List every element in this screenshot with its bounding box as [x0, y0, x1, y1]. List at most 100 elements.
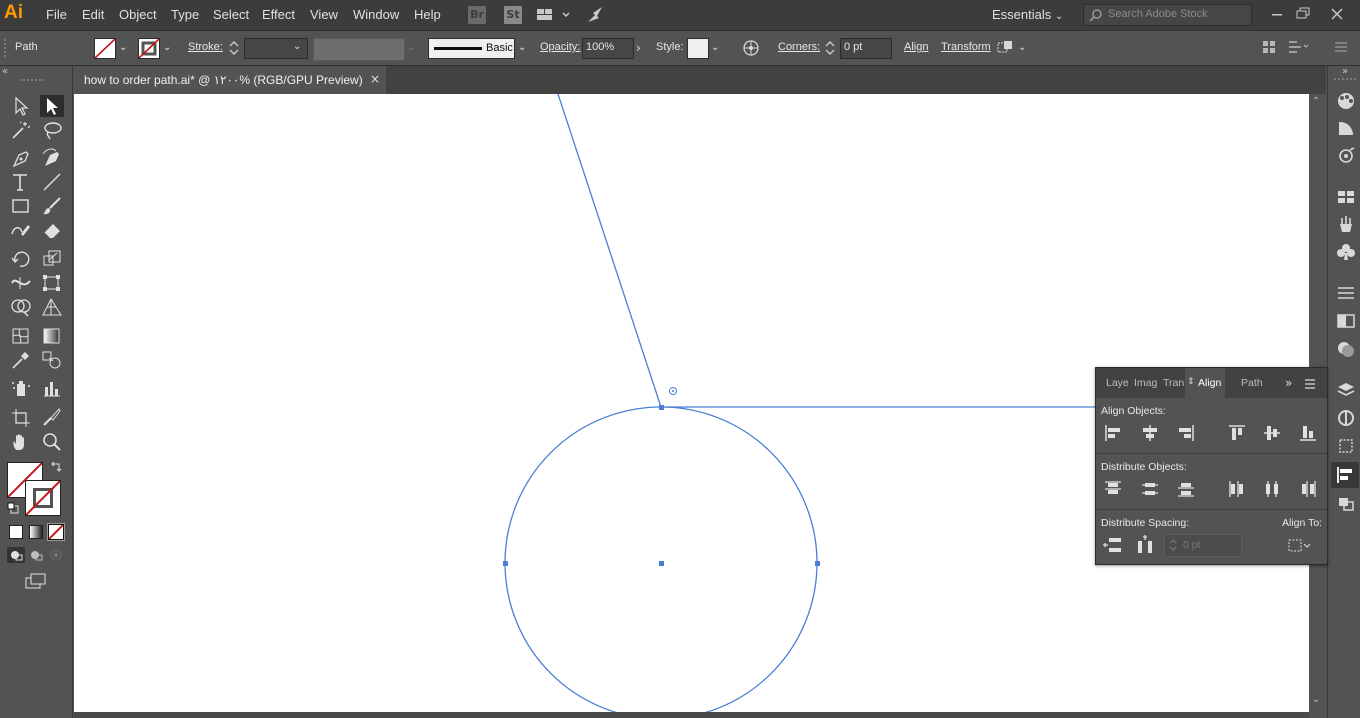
stroke-label[interactable]: Stroke: [188, 41, 223, 53]
fill-swatch[interactable] [94, 38, 116, 59]
eraser-tool-icon[interactable] [41, 220, 63, 240]
gradient-mode-button[interactable] [29, 525, 43, 539]
symbols-panel-icon[interactable] [1336, 243, 1356, 261]
corners-radius-field[interactable]: 0 pt [840, 38, 892, 59]
menu-select[interactable]: Select [213, 7, 249, 22]
bridge-button[interactable]: Br [468, 6, 486, 24]
expand-panels-icon[interactable]: » [1342, 66, 1348, 77]
gpu-performance-icon[interactable] [585, 5, 607, 25]
corners-stepper[interactable] [824, 39, 836, 57]
scroll-up-icon[interactable]: ⌃ [1312, 96, 1320, 107]
layers-panel-icon[interactable] [1336, 381, 1356, 399]
opacity-label[interactable]: Opacity: [540, 41, 580, 53]
spacing-value-field[interactable]: 0 pt [1164, 534, 1242, 557]
brush-definition[interactable]: Basic [428, 38, 515, 59]
panel-more-tabs-icon[interactable]: » [1285, 376, 1292, 390]
variable-width-profile[interactable] [313, 38, 405, 61]
recolor-artwork-icon[interactable] [741, 39, 761, 57]
stroke-weight-stepper[interactable] [228, 39, 240, 57]
perspective-grid-tool-icon[interactable] [41, 297, 63, 317]
shaper-tool-icon[interactable] [10, 220, 32, 240]
brushes-panel-icon[interactable] [1336, 215, 1356, 233]
arrange-documents-icon[interactable] [536, 7, 572, 27]
horizontal-scrollbar[interactable] [74, 712, 1309, 718]
type-tool-icon[interactable] [10, 172, 32, 192]
draw-normal-icon[interactable] [7, 547, 25, 563]
selection-options-icon[interactable] [1262, 40, 1276, 54]
appearance-icon[interactable] [1336, 147, 1356, 165]
rotate-tool-icon[interactable] [10, 249, 32, 269]
stroke-weight-chevron-icon[interactable]: ⌄ [293, 41, 301, 52]
artboard-tool-icon[interactable] [10, 407, 32, 427]
pathfinder-panel-icon[interactable] [1336, 495, 1356, 513]
scroll-down-icon[interactable]: ⌄ [1312, 694, 1320, 705]
selection-tool-icon[interactable] [10, 96, 32, 116]
horizontal-distribute-left-icon[interactable] [1227, 479, 1247, 499]
rectangle-tool-icon[interactable] [10, 196, 32, 216]
width-tool-icon[interactable] [10, 273, 32, 293]
eyedropper-tool-icon[interactable] [10, 350, 32, 370]
menu-edit[interactable]: Edit [82, 7, 104, 22]
dock-grip[interactable] [1334, 78, 1356, 83]
gradient-tool-icon[interactable] [41, 326, 63, 346]
menu-view[interactable]: View [310, 7, 338, 22]
horizontal-align-right-icon[interactable] [1176, 423, 1196, 443]
gradient-panel-icon[interactable] [1336, 312, 1356, 330]
stroke-swatch[interactable] [138, 38, 160, 59]
menu-object[interactable]: Object [119, 7, 157, 22]
restore-icon[interactable] [1292, 4, 1314, 24]
color-guide-icon[interactable] [1336, 119, 1356, 137]
scale-tool-icon[interactable] [41, 249, 63, 269]
slice-tool-icon[interactable] [41, 407, 63, 427]
free-transform-tool-icon[interactable] [41, 273, 63, 293]
change-screen-mode-icon[interactable] [24, 572, 48, 590]
corners-label[interactable]: Corners: [778, 41, 820, 53]
minimize-icon[interactable] [1266, 4, 1288, 24]
tab-image-trace[interactable]: Imag [1134, 377, 1157, 389]
panel-menu-icon[interactable] [1304, 378, 1316, 389]
collapse-tools-icon[interactable]: « [2, 66, 8, 77]
vertical-distribute-bottom-icon[interactable] [1176, 479, 1196, 499]
horizontal-align-center-icon[interactable] [1140, 423, 1160, 443]
brush-chevron-icon[interactable]: ⌄ [518, 42, 526, 53]
horizontal-distribute-space-icon[interactable] [1135, 535, 1155, 555]
libraries-panel-icon[interactable] [1336, 409, 1356, 427]
tab-transform[interactable]: Tran [1163, 377, 1184, 389]
vertical-distribute-space-icon[interactable] [1103, 535, 1123, 555]
vertical-align-bottom-icon[interactable] [1298, 423, 1318, 443]
menu-help[interactable]: Help [414, 7, 441, 22]
shape-builder-tool-icon[interactable] [10, 297, 32, 317]
arrange-options-icon[interactable] [1287, 39, 1309, 55]
zoom-tool-icon[interactable] [41, 432, 63, 452]
workspace-switcher[interactable]: Essentials ⌄ [992, 7, 1063, 22]
tab-pathfinder[interactable]: Path [1241, 377, 1263, 389]
close-icon[interactable] [1326, 4, 1348, 24]
curvature-tool-icon[interactable] [41, 148, 63, 168]
style-chevron-icon[interactable]: ⌄ [711, 42, 719, 53]
none-mode-button[interactable] [47, 523, 65, 541]
search-adobe-stock-input[interactable]: Search Adobe Stock [1083, 4, 1252, 26]
profile-chevron-icon[interactable]: ⌄ [407, 42, 415, 53]
column-graph-tool-icon[interactable] [41, 378, 63, 398]
mesh-tool-icon[interactable] [10, 326, 32, 346]
tools-panel-grip[interactable] [20, 79, 44, 84]
swap-fill-stroke-icon[interactable] [50, 461, 62, 473]
stock-button[interactable]: St [504, 6, 522, 24]
lasso-tool-icon[interactable] [41, 120, 63, 140]
horizontal-align-left-icon[interactable] [1103, 423, 1123, 443]
stroke-weight-field[interactable]: ⌄ [244, 38, 308, 59]
control-bar-grip[interactable] [4, 39, 10, 57]
graphic-style-swatch[interactable] [687, 38, 709, 59]
document-tab-title[interactable]: how to order path.ai* @ ۱۲۰۰% (RGB/GPU P… [84, 73, 363, 87]
align-panel-link[interactable]: Align [904, 41, 928, 53]
close-document-icon[interactable]: × [370, 72, 380, 86]
symbol-sprayer-tool-icon[interactable] [10, 378, 32, 398]
menu-effect[interactable]: Effect [262, 7, 295, 22]
default-fill-stroke-icon[interactable] [7, 502, 19, 514]
magic-wand-tool-icon[interactable] [10, 120, 32, 140]
pen-tool-icon[interactable] [10, 148, 32, 168]
paintbrush-tool-icon[interactable] [41, 196, 63, 216]
stroke-dropdown-chevron-icon[interactable]: ⌄ [163, 42, 171, 53]
direct-selection-tool-icon[interactable] [40, 95, 64, 117]
menu-type[interactable]: Type [171, 7, 199, 22]
